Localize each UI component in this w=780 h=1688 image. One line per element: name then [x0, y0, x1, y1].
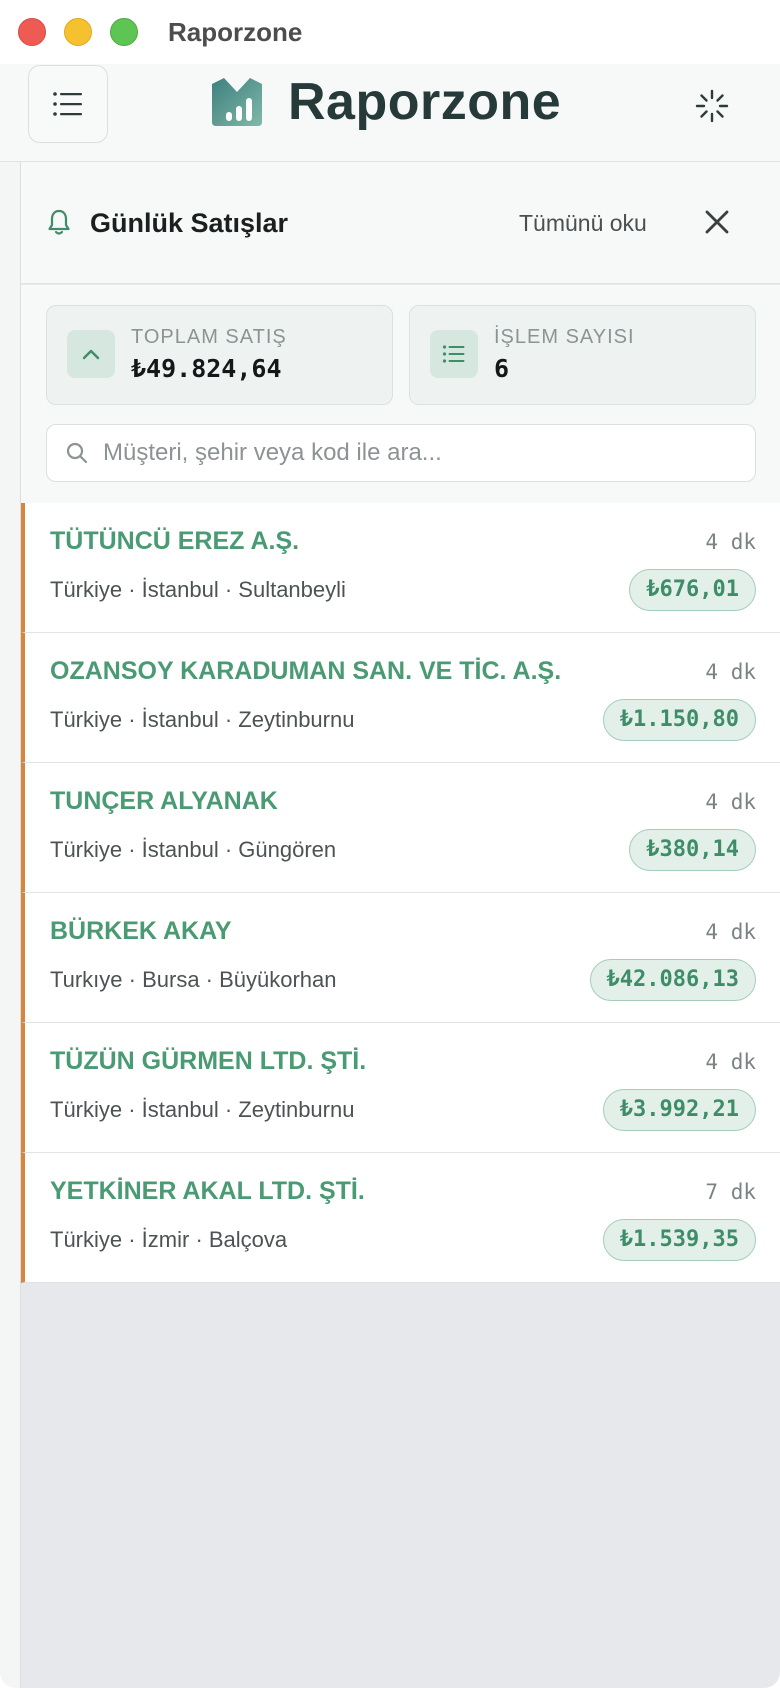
- menu-button[interactable]: [28, 65, 108, 143]
- amount-badge: ₺1.539,35: [602, 1219, 756, 1261]
- stat-label: TOPLAM SATIŞ: [131, 326, 287, 348]
- app-header: Raporzone: [0, 64, 780, 162]
- amount-badge: ₺42.086,13: [589, 959, 756, 1001]
- chevron-up-icon: [67, 330, 115, 378]
- hamburger-icon: [53, 92, 82, 116]
- elapsed-time: 4 dk: [705, 1050, 756, 1074]
- brand-logo-icon: [212, 78, 262, 126]
- search-box: [46, 424, 756, 482]
- stat-value: 6: [494, 354, 510, 383]
- stat-label: İŞLEM SAYISI: [494, 326, 635, 348]
- search-icon: [66, 442, 88, 464]
- panel-header: Günlük Satışlar Tümünü oku: [21, 162, 780, 284]
- customer-name: TÜTÜNCÜ EREZ A.Ş.: [50, 527, 300, 555]
- customer-location: Türkiye · İzmir · Balçova: [50, 1227, 288, 1252]
- elapsed-time: 4 dk: [705, 660, 756, 684]
- elapsed-time: 4 dk: [705, 530, 756, 554]
- customer-name: BÜRKEK AKAY: [50, 917, 232, 945]
- stat-value: ₺49.824,64: [131, 354, 282, 383]
- elapsed-time: 4 dk: [705, 920, 756, 944]
- loading-spinner-icon[interactable]: [694, 88, 730, 124]
- stat-card-transaction-count: İŞLEM SAYISI 6: [409, 305, 756, 405]
- customer-location: Turkıye · Bursa · Büyükorhan: [50, 967, 337, 992]
- stats-area: TOPLAM SATIŞ ₺49.824,64 İŞLEM SAYISI 6: [21, 285, 780, 503]
- amount-badge: ₺1.150,80: [602, 699, 756, 741]
- list-item[interactable]: TÜZÜN GÜRMEN LTD. ŞTİ. 4 dk Türkiye · İs…: [21, 1023, 780, 1153]
- search-input[interactable]: [103, 426, 743, 480]
- customer-location: Türkiye · İstanbul · Güngören: [50, 837, 337, 862]
- customer-name: OZANSOY KARADUMAN SAN. VE TİC. A.Ş.: [50, 657, 562, 685]
- minimize-window-button[interactable]: [64, 18, 92, 46]
- amount-badge: ₺676,01: [629, 569, 756, 611]
- title-bar: Raporzone: [0, 0, 780, 64]
- list-icon: [430, 330, 478, 378]
- notifications-panel: Günlük Satışlar Tümünü oku TOPLAM SATIŞ …: [21, 162, 780, 1688]
- brand-name: Raporzone: [288, 73, 562, 131]
- list-item[interactable]: YETKİNER AKAL LTD. ŞTİ. 7 dk Türkiye · İ…: [21, 1153, 780, 1283]
- side-rail: [0, 162, 21, 1688]
- brand: Raporzone: [210, 72, 561, 132]
- list-item[interactable]: OZANSOY KARADUMAN SAN. VE TİC. A.Ş. 4 dk…: [21, 633, 780, 763]
- panel-title: Günlük Satışlar: [90, 208, 289, 238]
- maximize-window-button[interactable]: [110, 18, 138, 46]
- app-window: Raporzone Raporzone Günlük Satışlar Tümü…: [0, 0, 780, 1688]
- stat-card-total-sales: TOPLAM SATIŞ ₺49.824,64: [46, 305, 393, 405]
- close-icon[interactable]: [701, 206, 733, 238]
- sales-list: TÜTÜNCÜ EREZ A.Ş. 4 dk Türkiye · İstanbu…: [21, 503, 780, 1283]
- amount-badge: ₺3.992,21: [602, 1089, 756, 1131]
- customer-location: Türkiye · İstanbul · Sultanbeyli: [50, 577, 346, 602]
- window-title: Raporzone: [168, 17, 303, 47]
- list-item[interactable]: TÜTÜNCÜ EREZ A.Ş. 4 dk Türkiye · İstanbu…: [21, 503, 780, 633]
- customer-location: Türkiye · İstanbul · Zeytinburnu: [50, 1097, 355, 1122]
- customer-name: TUNÇER ALYANAK: [50, 787, 278, 815]
- elapsed-time: 4 dk: [705, 790, 756, 814]
- list-item[interactable]: TUNÇER ALYANAK 4 dk Türkiye · İstanbul ·…: [21, 763, 780, 893]
- customer-name: TÜZÜN GÜRMEN LTD. ŞTİ.: [50, 1047, 367, 1075]
- customer-name: YETKİNER AKAL LTD. ŞTİ.: [50, 1177, 365, 1205]
- bell-icon: [48, 209, 70, 235]
- close-window-button[interactable]: [18, 18, 46, 46]
- list-item[interactable]: BÜRKEK AKAY 4 dk Turkıye · Bursa · Büyük…: [21, 893, 780, 1023]
- customer-location: Türkiye · İstanbul · Zeytinburnu: [50, 707, 355, 732]
- amount-badge: ₺380,14: [629, 829, 756, 871]
- mark-all-read-button[interactable]: Tümünü oku: [519, 210, 647, 237]
- elapsed-time: 7 dk: [705, 1180, 756, 1204]
